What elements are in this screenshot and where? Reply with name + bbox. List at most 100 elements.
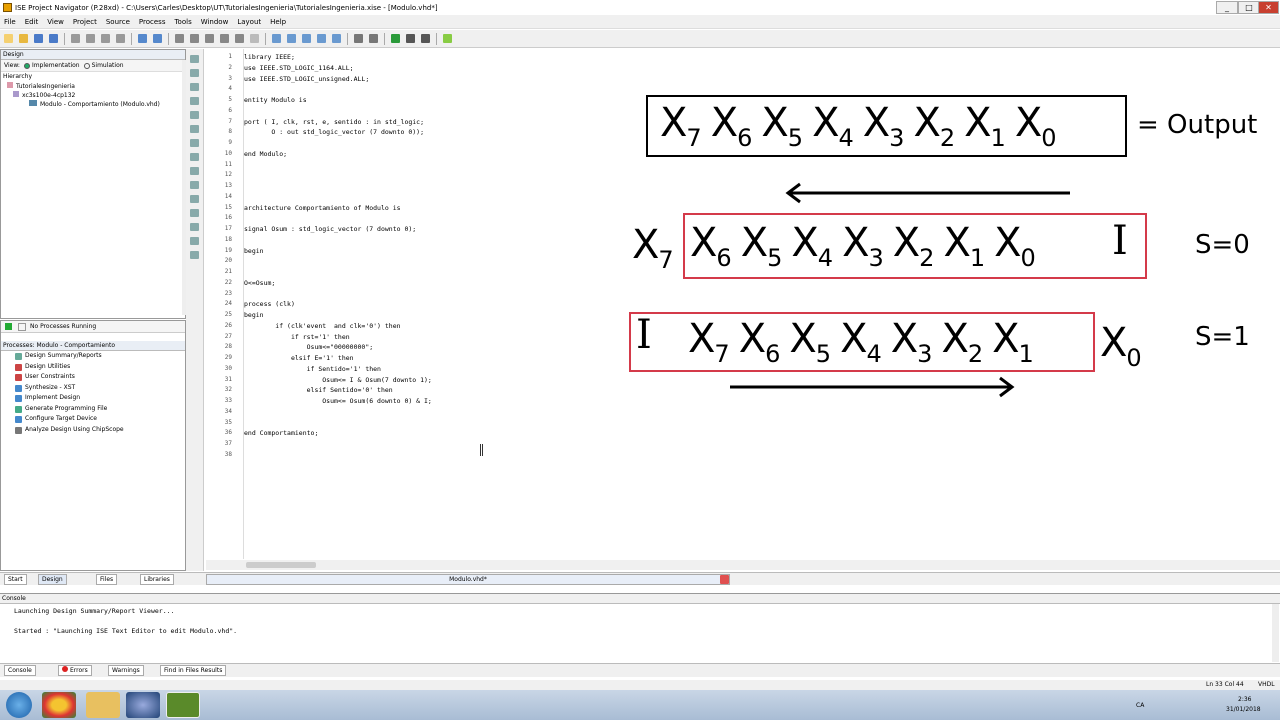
process-item[interactable]: Design Utilities bbox=[1, 362, 185, 373]
close-button[interactable]: ✕ bbox=[1258, 1, 1279, 14]
menu-view[interactable]: View bbox=[47, 18, 64, 26]
code-line[interactable]: process (clk) bbox=[244, 300, 295, 308]
tool-icon-10[interactable] bbox=[190, 181, 199, 189]
tool-icon-13[interactable] bbox=[190, 223, 199, 231]
code-line[interactable]: O : out std_logic_vector (7 downto 0)); bbox=[244, 128, 424, 136]
menu-file[interactable]: File bbox=[4, 18, 16, 26]
new-icon[interactable] bbox=[4, 34, 13, 43]
code-line[interactable]: if (clk'event and clk='0') then bbox=[244, 322, 400, 330]
zoom-icon[interactable] bbox=[190, 34, 199, 43]
settings-icon[interactable] bbox=[354, 34, 363, 43]
code-line[interactable]: O<=Osum; bbox=[244, 279, 275, 287]
implementation-label[interactable]: Implementation bbox=[32, 62, 80, 69]
tool-icon-9[interactable] bbox=[190, 167, 199, 175]
implementation-radio[interactable] bbox=[23, 62, 30, 69]
process-item[interactable]: Synthesize - XST bbox=[1, 383, 185, 394]
app-icon-3[interactable] bbox=[126, 692, 160, 718]
save-all-icon[interactable] bbox=[49, 34, 58, 43]
menu-tools[interactable]: Tools bbox=[174, 18, 191, 26]
tab-start[interactable]: Start bbox=[4, 574, 27, 585]
code-line[interactable]: begin bbox=[244, 247, 264, 255]
cut-icon[interactable] bbox=[71, 34, 80, 43]
indent-icon[interactable] bbox=[317, 34, 326, 43]
copy-icon[interactable] bbox=[86, 34, 95, 43]
open-icon[interactable] bbox=[19, 34, 28, 43]
process-item[interactable]: Implement Design bbox=[1, 393, 185, 404]
undo-icon[interactable] bbox=[138, 34, 147, 43]
close-tab-icon[interactable] bbox=[720, 575, 729, 584]
console-scrollbar[interactable] bbox=[1272, 604, 1279, 662]
code-line[interactable]: if Sentido='1' then bbox=[244, 365, 381, 373]
menu-edit[interactable]: Edit bbox=[25, 18, 39, 26]
find-icon[interactable] bbox=[175, 34, 184, 43]
code-line[interactable]: elsif Sentido='0' then bbox=[244, 386, 393, 394]
process-item[interactable]: Configure Target Device bbox=[1, 414, 185, 425]
code-line[interactable]: port ( I, clk, rst, e, sentido : in std_… bbox=[244, 118, 424, 126]
stop-icon[interactable] bbox=[406, 34, 415, 43]
tab-console[interactable]: Console bbox=[4, 665, 36, 676]
rerun-icon[interactable] bbox=[421, 34, 430, 43]
run-process-icon[interactable] bbox=[5, 323, 12, 330]
editor-hscrollbar[interactable] bbox=[206, 560, 1280, 570]
code-line[interactable]: end Modulo; bbox=[244, 150, 287, 158]
tool-icon-11[interactable] bbox=[190, 195, 199, 203]
code-line[interactable]: end Comportamiento; bbox=[244, 429, 318, 437]
menu-window[interactable]: Window bbox=[201, 18, 229, 26]
tool-icon-1[interactable] bbox=[190, 55, 199, 63]
tool-icon-8[interactable] bbox=[190, 153, 199, 161]
code-line[interactable]: elsif E='1' then bbox=[244, 354, 354, 362]
tab-errors[interactable]: Errors bbox=[58, 665, 92, 676]
ise-taskbar-icon[interactable] bbox=[166, 692, 200, 718]
outdent-icon[interactable] bbox=[332, 34, 341, 43]
paste-icon[interactable] bbox=[101, 34, 110, 43]
folder-icon[interactable] bbox=[86, 692, 120, 718]
code-line[interactable]: signal Osum : std_logic_vector (7 downto… bbox=[244, 225, 416, 233]
process-item[interactable]: Generate Programming File bbox=[1, 404, 185, 415]
menu-help[interactable]: Help bbox=[270, 18, 286, 26]
code-line[interactable]: entity Modulo is bbox=[244, 96, 307, 104]
tab-find-results[interactable]: Find in Files Results bbox=[160, 665, 227, 676]
code-line[interactable]: use IEEE.STD_LOGIC_unsigned.ALL; bbox=[244, 75, 369, 83]
search-icon[interactable] bbox=[235, 34, 244, 43]
tool-icon-15[interactable] bbox=[190, 251, 199, 259]
tab-modulo-vhd[interactable]: Modulo.vhd* bbox=[206, 574, 730, 585]
redo-icon[interactable] bbox=[153, 34, 162, 43]
tree-item-module[interactable]: Modulo - Comportamiento (Modulo.vhd) bbox=[7, 100, 185, 109]
zoom-out-icon[interactable] bbox=[205, 34, 214, 43]
tool-icon-12[interactable] bbox=[190, 209, 199, 217]
tool-icon-6[interactable] bbox=[190, 125, 199, 133]
simulation-radio[interactable] bbox=[83, 62, 90, 69]
bookmark-next-icon[interactable] bbox=[287, 34, 296, 43]
bookmark-prev-icon[interactable] bbox=[302, 34, 311, 43]
simulation-label[interactable]: Simulation bbox=[92, 62, 124, 69]
maximize-button[interactable]: □ bbox=[1238, 1, 1260, 14]
tab-libraries[interactable]: Libraries bbox=[140, 574, 174, 585]
menu-layout[interactable]: Layout bbox=[237, 18, 261, 26]
tab-design[interactable]: Design bbox=[38, 574, 67, 585]
delete-icon[interactable] bbox=[116, 34, 125, 43]
code-line[interactable]: Osum<="00000000"; bbox=[244, 343, 374, 351]
minimize-button[interactable]: _ bbox=[1216, 1, 1238, 14]
view-icon[interactable] bbox=[250, 34, 259, 43]
menu-process[interactable]: Process bbox=[139, 18, 166, 26]
debug-icon[interactable] bbox=[369, 34, 378, 43]
tool-icon-3[interactable] bbox=[190, 83, 199, 91]
tree-item-device[interactable]: xc3s100e-4cp132 bbox=[7, 91, 185, 100]
tool-icon-4[interactable] bbox=[190, 97, 199, 105]
code-line[interactable]: Osum<= Osum(6 downto 0) & I; bbox=[244, 397, 432, 405]
code-line[interactable]: if rst='1' then bbox=[244, 333, 350, 341]
tool-icon-7[interactable] bbox=[190, 139, 199, 147]
tree-item-project[interactable]: TutorialesIngenieria bbox=[7, 82, 185, 91]
tool-icon-2[interactable] bbox=[190, 69, 199, 77]
run-icon[interactable] bbox=[391, 34, 400, 43]
code-line[interactable]: begin bbox=[244, 311, 264, 319]
code-line[interactable]: architecture Comportamiento of Modulo is bbox=[244, 204, 401, 212]
bookmark-icon[interactable] bbox=[272, 34, 281, 43]
tab-files[interactable]: Files bbox=[96, 574, 118, 585]
process-item[interactable]: Design Summary/Reports bbox=[1, 351, 185, 362]
help-icon[interactable] bbox=[443, 34, 452, 43]
chrome-icon[interactable] bbox=[42, 692, 76, 718]
process-item[interactable]: User Constraints bbox=[1, 372, 185, 383]
start-button[interactable] bbox=[6, 692, 32, 718]
menu-project[interactable]: Project bbox=[73, 18, 97, 26]
